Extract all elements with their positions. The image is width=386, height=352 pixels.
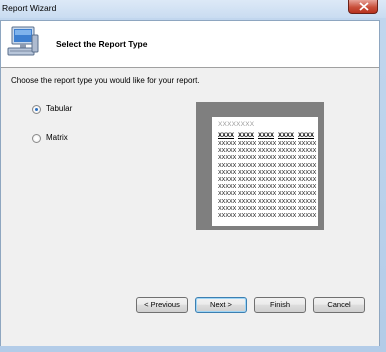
preview-cell: XXXXX xyxy=(238,198,257,205)
preview-cell: XXXXX xyxy=(218,184,237,191)
preview-header-row: XXXX XXXX XXXX XXXX XXXX xyxy=(218,133,318,139)
preview-cell: XXXXX xyxy=(218,191,237,198)
preview-cell: XXXXX xyxy=(298,198,317,205)
preview-cell: XXXXX xyxy=(298,141,317,147)
preview-cell: XXXXX xyxy=(238,213,257,220)
preview-row: XXXXX XXXXX XXXXX XXXXX XXXXX xyxy=(218,199,318,206)
wizard-header: Select the Report Type xyxy=(1,21,379,68)
preview-row: XXXXX XXXXX XXXXX XXXXX XXXXX xyxy=(218,163,318,170)
preview-row: XXXXX XXXXX XXXXX XXXXX XXXXX xyxy=(218,141,318,148)
preview-row: XXXXX XXXXX XXXXX XXXXX XXXXX xyxy=(218,206,318,213)
preview-row: XXXXX XXXXX XXXXX XXXXX XXXXX xyxy=(218,155,318,162)
preview-cell: XXXXX xyxy=(218,162,237,169)
cancel-button[interactable]: Cancel xyxy=(313,297,365,313)
preview-cell: XXXXX xyxy=(298,177,317,184)
close-button[interactable] xyxy=(348,0,378,14)
preview-cell: XXXXX xyxy=(238,141,257,147)
preview-row: XXXXX XXXXX XXXXX XXXXX XXXXX xyxy=(218,148,318,155)
preview-row: XXXXX XXXXX XXXXX XXXXX XXXXX xyxy=(218,213,318,220)
preview-cell: XXXXX xyxy=(298,162,317,169)
preview-header-cell: XXXX xyxy=(218,133,235,139)
computer-wizard-icon xyxy=(7,26,39,56)
preview-cell: XXXXX xyxy=(298,205,317,212)
preview-header-cell: XXXX xyxy=(298,133,315,139)
preview-cell: XXXXX xyxy=(218,155,237,162)
preview-cell: XXXXX xyxy=(238,148,257,155)
page-title: Select the Report Type xyxy=(56,39,148,49)
preview-header-cell: XXXX xyxy=(238,133,255,139)
preview-cell: XXXXX xyxy=(218,169,237,176)
finish-button[interactable]: Finish xyxy=(254,297,306,313)
preview-cell: XXXXX xyxy=(298,191,317,198)
preview-cell: XXXXX xyxy=(238,184,257,191)
preview-cell: XXXXX xyxy=(258,155,277,162)
preview-cell: XXXXX xyxy=(258,162,277,169)
preview-cell: XXXXX xyxy=(258,191,277,198)
preview-cell: XXXXX xyxy=(258,213,277,220)
preview-cell: XXXXX xyxy=(218,198,237,205)
preview-cell: XXXXX xyxy=(298,148,317,155)
preview-cell: XXXXX xyxy=(218,141,237,147)
preview-cell: XXXXX xyxy=(258,169,277,176)
preview-cell: XXXXX xyxy=(278,155,297,162)
preview-cell: XXXXX xyxy=(298,155,317,162)
preview-cell: XXXXX xyxy=(278,191,297,198)
title-bar[interactable]: Report Wizard xyxy=(0,0,386,18)
preview-cell: XXXXX xyxy=(278,169,297,176)
preview-row: XXXXX XXXXX XXXXX XXXXX XXXXX xyxy=(218,170,318,177)
preview-cell: XXXXX xyxy=(278,205,297,212)
preview-cell: XXXXX xyxy=(278,141,297,147)
preview-cell: XXXXX xyxy=(238,205,257,212)
preview-row: XXXXX XXXXX XXXXX XXXXX XXXXX xyxy=(218,184,318,191)
matrix-label[interactable]: Matrix xyxy=(46,133,68,142)
window-frame: Report Wizard Select the Report Type Cho… xyxy=(0,0,386,352)
preview-header-cell: XXXX xyxy=(258,133,275,139)
report-preview: XXXXXXXX XXXX XXXX XXXX XXXX XXXX XXXXX XXXXX… xyxy=(196,102,324,230)
next-button[interactable]: Next > xyxy=(195,297,247,313)
instruction-text: Choose the report type you would like fo… xyxy=(11,76,200,85)
preview-title: XXXXXXXX xyxy=(218,121,255,128)
preview-cell: XXXXX xyxy=(258,177,277,184)
preview-cell: XXXXX xyxy=(298,213,317,220)
preview-row: XXXXX XXXXX XXXXX XXXXX XXXXX xyxy=(218,191,318,198)
matrix-radio[interactable] xyxy=(32,134,41,143)
preview-cell: XXXXX xyxy=(258,141,277,147)
preview-cell: XXXXX xyxy=(218,205,237,212)
preview-cell: XXXXX xyxy=(238,169,257,176)
preview-sheet: XXXXXXXX XXXX XXXX XXXX XXXX XXXX XXXXX XXXXX… xyxy=(212,117,318,226)
preview-cell: XXXXX xyxy=(278,184,297,191)
preview-cell: XXXXX xyxy=(258,205,277,212)
preview-row: XXXXX XXXXX XXXXX XXXXX XXXXX xyxy=(218,177,318,184)
tabular-label[interactable]: Tabular xyxy=(46,104,72,113)
preview-header-cell: XXXX xyxy=(278,133,295,139)
previous-button[interactable]: < Previous xyxy=(136,297,188,313)
preview-cell: XXXXX xyxy=(258,198,277,205)
preview-cell: XXXXX xyxy=(238,155,257,162)
preview-cell: XXXXX xyxy=(298,184,317,191)
preview-cell: XXXXX xyxy=(278,177,297,184)
preview-cell: XXXXX xyxy=(278,213,297,220)
preview-cell: XXXXX xyxy=(218,177,237,184)
preview-cell: XXXXX xyxy=(218,213,237,220)
preview-cell: XXXXX xyxy=(258,148,277,155)
preview-cell: XXXXX xyxy=(278,162,297,169)
preview-cell: XXXXX xyxy=(238,162,257,169)
preview-cell: XXXXX xyxy=(278,148,297,155)
preview-rows: XXXXX XXXXX XXXXX XXXXX XXXXX XXXXX XXXXX XXXXX… xyxy=(218,141,318,220)
preview-cell: XXXXX xyxy=(298,169,317,176)
preview-cell: XXXXX xyxy=(238,191,257,198)
close-icon xyxy=(359,2,369,11)
preview-cell: XXXXX xyxy=(218,148,237,155)
preview-cell: XXXXX xyxy=(278,198,297,205)
preview-cell: XXXXX xyxy=(238,177,257,184)
tabular-radio[interactable] xyxy=(32,105,41,114)
preview-cell: XXXXX xyxy=(258,184,277,191)
window-title: Report Wizard xyxy=(2,3,57,13)
